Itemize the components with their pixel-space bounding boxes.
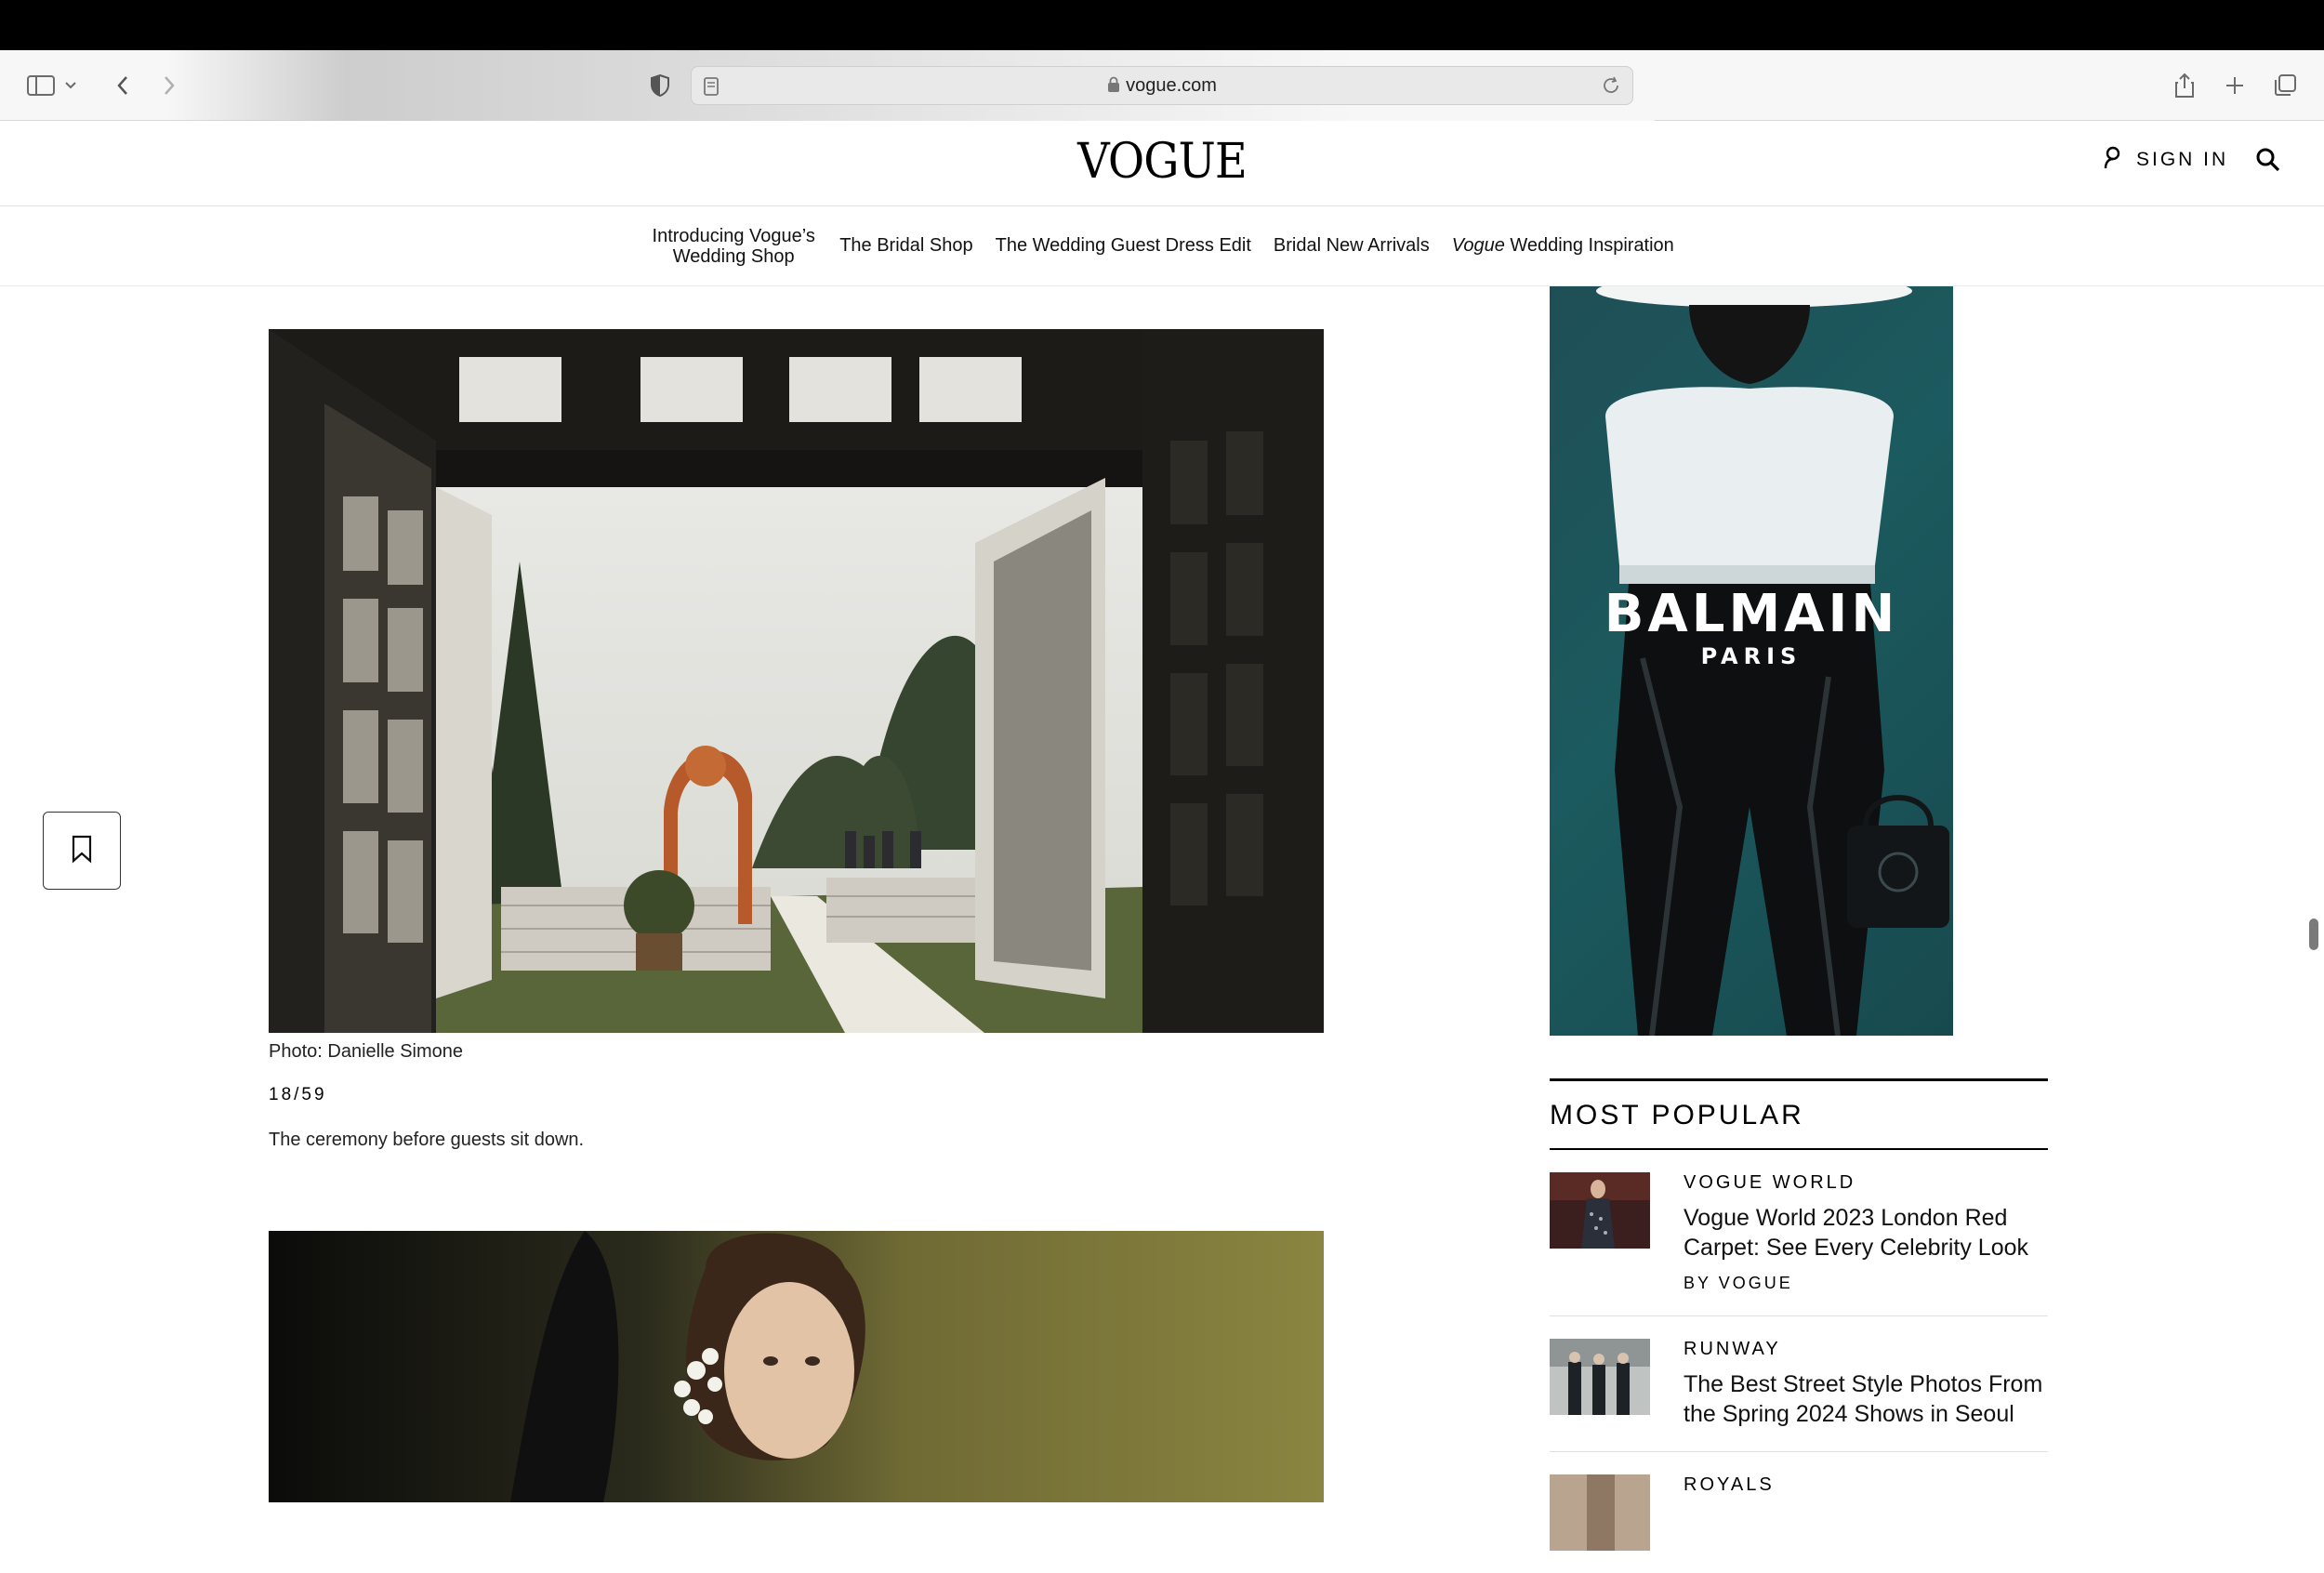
nav-item-bridal-new-arrivals[interactable]: Bridal New Arrivals [1274,235,1430,257]
popular-item-thumbnail[interactable] [1550,1172,1650,1249]
ad-brand: BALMAIN [1604,584,1899,644]
scrollbar[interactable] [2309,919,2318,950]
popular-item-thumbnail[interactable] [1550,1339,1650,1415]
reload-icon[interactable] [1601,75,1621,100]
popular-item-headline[interactable]: Vogue World 2023 London Red Carpet: See … [1684,1203,2048,1262]
tab-overview-icon[interactable] [2270,71,2300,100]
ad-brand-sub: PARIS [1700,643,1802,669]
browser-toolbar: vogue.com [0,50,2324,121]
popular-item-headline[interactable]: The Best Street Style Photos From the Sp… [1684,1369,2048,1429]
back-icon[interactable] [108,71,138,100]
sign-in-button[interactable]: SIGN IN [2103,145,2228,175]
new-tab-icon[interactable] [2220,71,2250,100]
share-icon[interactable] [2170,71,2199,100]
slide-counter: 18/59 [269,1085,327,1104]
address-bar[interactable]: vogue.com [691,66,1633,105]
lock-icon [1107,76,1120,99]
nav-item-wedding-shop[interactable]: Introducing Vogue’s Wedding Shop [650,226,817,267]
popular-item[interactable]: RUNWAY The Best Street Style Photos From… [1550,1316,2048,1452]
sidebar-toggle-icon[interactable] [26,71,56,100]
vogue-logo[interactable]: VOGUE [1076,134,1248,190]
popular-item-byline: BY VOGUE [1684,1274,1793,1292]
search-icon[interactable] [2255,147,2281,178]
most-popular: MOST POPULAR VOGUE WORLD Vogue World 202… [1550,1078,2048,1573]
slide-caption: The ceremony before guests sit down. [269,1130,585,1150]
sign-in-label: SIGN IN [2136,149,2229,170]
nav-item-vogue-em: Vogue [1451,235,1505,256]
popular-item-category[interactable]: ROYALS [1684,1474,1775,1496]
wedding-nav: Introducing Vogue’s Wedding Shop The Bri… [0,206,2324,286]
nav-item-inspiration-label: Wedding Inspiration [1504,235,1674,256]
popular-item[interactable]: VOGUE WORLD Vogue World 2023 London Red … [1550,1150,2048,1316]
most-popular-title: MOST POPULAR [1550,1100,1804,1130]
popular-item-thumbnail[interactable] [1550,1474,1650,1551]
forward-icon[interactable] [154,71,184,100]
popular-item[interactable]: ROYALS [1550,1452,2048,1573]
menu-bar [0,0,2324,50]
nav-item-guest-dress-edit[interactable]: The Wedding Guest Dress Edit [996,235,1251,257]
save-bookmark-button[interactable] [43,812,121,890]
advertisement[interactable]: BALMAIN PARIS [1550,286,1953,1036]
popular-item-category[interactable]: VOGUE WORLD [1684,1172,2048,1194]
user-icon [2103,145,2123,175]
photo-credit: Photo: Danielle Simone [269,1041,464,1062]
gallery-photo[interactable] [269,329,1324,1033]
bookmark-icon [70,834,94,868]
popular-item-category[interactable]: RUNWAY [1684,1339,2048,1360]
privacy-shield-icon[interactable] [645,71,675,100]
chevron-down-icon[interactable] [61,71,80,100]
url-text: vogue.com [1126,75,1217,96]
nav-item-wedding-inspiration[interactable]: Vogue Wedding Inspiration [1452,235,1674,257]
site-header: VOGUE SIGN IN [0,121,2324,206]
nav-item-bridal-shop[interactable]: The Bridal Shop [839,235,972,257]
gallery-photo-next[interactable] [269,1231,1324,1502]
